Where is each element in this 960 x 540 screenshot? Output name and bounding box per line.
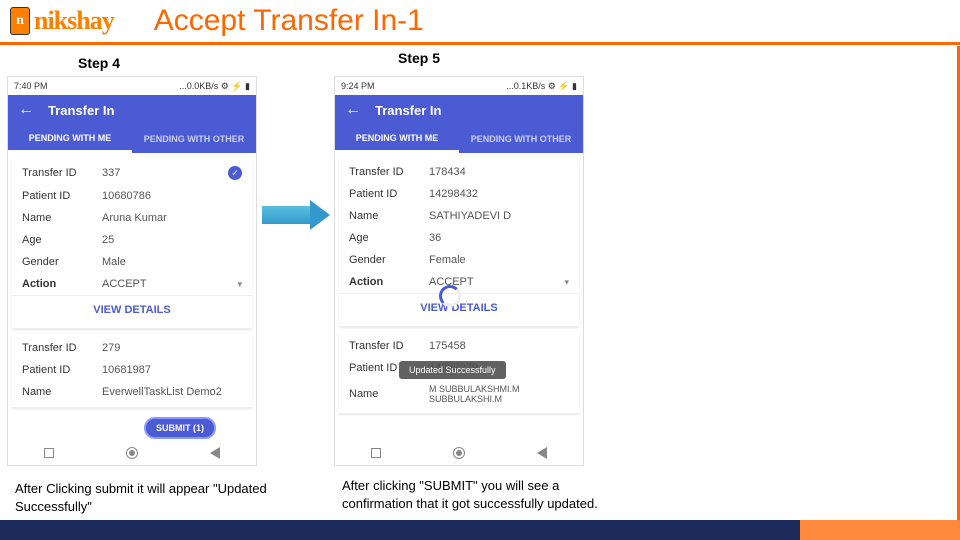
home-icon[interactable] xyxy=(453,447,465,459)
value-name: M SUBBULAKSHMI.M SUBBULAKSHI.M xyxy=(429,384,569,404)
label-age: Age xyxy=(22,234,102,246)
value-patient-id: 14298432 xyxy=(429,188,569,200)
label-transfer-id: Transfer ID xyxy=(22,167,102,179)
value-name: Aruna Kumar xyxy=(102,212,242,224)
label-gender: Gender xyxy=(22,256,102,268)
logo-icon: n xyxy=(10,7,30,35)
step4-label: Step 4 xyxy=(78,55,120,71)
action-dropdown[interactable]: ACCEPT xyxy=(102,278,237,290)
record-card: Transfer ID175458 Patient ID14287279 Nam… xyxy=(339,331,579,414)
tab-bar: PENDING WITH ME PENDING WITH OTHER xyxy=(335,125,583,153)
label-patient-id: Patient ID xyxy=(22,190,102,202)
back-arrow-icon[interactable]: ← xyxy=(18,101,34,119)
app-bar: ← Transfer In xyxy=(8,95,256,125)
logo: n nikshay xyxy=(0,2,114,40)
label-transfer-id: Transfer ID xyxy=(22,342,102,354)
phone-screenshot-step4: 7:40 PM ...0.0KB/s ⚙ ⚡ ▮ ← Transfer In P… xyxy=(7,76,257,466)
toast-message: Updated Successfully xyxy=(399,361,506,379)
tab-bar: PENDING WITH ME PENDING WITH OTHER xyxy=(8,125,256,153)
tab-pending-with-me[interactable]: PENDING WITH ME xyxy=(8,125,132,153)
view-details-button[interactable]: VIEW DETAILS xyxy=(12,295,252,324)
status-icons: ...0.0KB/s ⚙ ⚡ ▮ xyxy=(179,81,250,92)
value-name: EverwellTaskList Demo2 xyxy=(102,386,242,398)
value-age: 36 xyxy=(429,232,569,244)
value-patient-id: 10680786 xyxy=(102,190,242,202)
logo-text: nikshay xyxy=(34,6,114,36)
label-action: Action xyxy=(22,278,102,290)
status-bar: 7:40 PM ...0.0KB/s ⚙ ⚡ ▮ xyxy=(8,77,256,95)
android-nav xyxy=(335,443,583,463)
caption-step4: After Clicking submit it will appear "Up… xyxy=(15,480,275,515)
recents-icon[interactable] xyxy=(371,448,381,458)
back-arrow-icon[interactable]: ← xyxy=(345,101,361,119)
label-name: Name xyxy=(22,212,102,224)
submit-button[interactable]: SUBMIT (1) xyxy=(144,417,216,439)
recents-icon[interactable] xyxy=(44,448,54,458)
value-gender: Female xyxy=(429,254,569,266)
label-age: Age xyxy=(349,232,429,244)
home-icon[interactable] xyxy=(126,447,138,459)
back-icon[interactable] xyxy=(537,447,547,459)
app-bar-title: Transfer In xyxy=(48,103,114,118)
status-time: 7:40 PM xyxy=(14,81,48,91)
loading-spinner-icon xyxy=(439,285,461,307)
chevron-down-icon: ▾ xyxy=(564,277,569,288)
value-name: SATHIYADEVI D xyxy=(429,210,569,222)
label-name: Name xyxy=(349,388,429,400)
app-bar-title: Transfer In xyxy=(375,103,441,118)
value-transfer-id: 175458 xyxy=(429,340,569,352)
value-transfer-id: 279 xyxy=(102,342,242,354)
label-transfer-id: Transfer ID xyxy=(349,340,429,352)
value-transfer-id: 337 xyxy=(102,167,228,179)
value-age: 25 xyxy=(102,234,242,246)
tab-pending-with-other[interactable]: PENDING WITH OTHER xyxy=(459,125,583,153)
divider xyxy=(0,42,960,45)
value-gender: Male xyxy=(102,256,242,268)
android-nav xyxy=(8,443,256,463)
check-icon: ✓ xyxy=(228,166,242,180)
phone-screenshot-step5: 9:24 PM ...0.1KB/s ⚙ ⚡ ▮ ← Transfer In P… xyxy=(334,76,584,466)
label-patient-id: Patient ID xyxy=(22,364,102,376)
arrow-icon xyxy=(262,200,330,230)
record-card: Transfer ID178434 Patient ID14298432 Nam… xyxy=(339,157,579,327)
record-card: Transfer ID279 Patient ID10681987 NameEv… xyxy=(12,333,252,408)
label-action: Action xyxy=(349,276,429,288)
page-title: Accept Transfer In-1 xyxy=(154,4,424,38)
app-bar: ← Transfer In xyxy=(335,95,583,125)
chevron-down-icon: ▾ xyxy=(237,279,242,290)
caption-step5: After clicking "SUBMIT" you will see a c… xyxy=(342,477,622,512)
tab-pending-with-other[interactable]: PENDING WITH OTHER xyxy=(132,125,256,153)
label-patient-id: Patient ID xyxy=(349,188,429,200)
status-time: 9:24 PM xyxy=(341,81,375,91)
label-transfer-id: Transfer ID xyxy=(349,166,429,178)
status-bar: 9:24 PM ...0.1KB/s ⚙ ⚡ ▮ xyxy=(335,77,583,95)
footer-decor xyxy=(0,520,960,540)
label-gender: Gender xyxy=(349,254,429,266)
back-icon[interactable] xyxy=(210,447,220,459)
step5-label: Step 5 xyxy=(398,50,440,66)
label-name: Name xyxy=(22,386,102,398)
tab-pending-with-me[interactable]: PENDING WITH ME xyxy=(335,125,459,153)
status-icons: ...0.1KB/s ⚙ ⚡ ▮ xyxy=(506,81,577,92)
slide-header: n nikshay Accept Transfer In-1 xyxy=(0,0,960,42)
value-transfer-id: 178434 xyxy=(429,166,569,178)
value-patient-id: 10681987 xyxy=(102,364,242,376)
record-card: Transfer ID337✓ Patient ID10680786 NameA… xyxy=(12,157,252,329)
label-name: Name xyxy=(349,210,429,222)
